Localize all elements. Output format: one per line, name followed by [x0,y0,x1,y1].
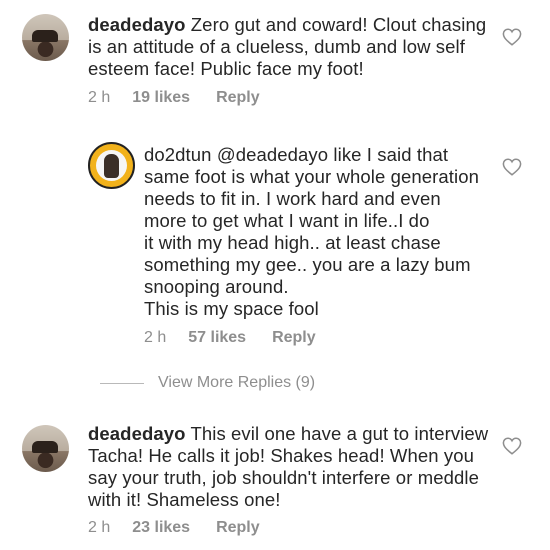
comment-line: with it! Shameless one! [88,489,281,510]
username[interactable]: deadedayo [88,423,186,444]
comment-text: deadedayo Zero gut and coward! Clout cha… [88,14,486,80]
comment-line: more to get what I want in life..I do [144,210,430,231]
comment-line: say your truth, job shouldn't interfere … [88,467,479,488]
divider [100,382,144,384]
username[interactable]: deadedayo [88,14,186,35]
comment-meta: 2 h 19 likes Reply [88,89,260,107]
comment-line: something my gee.. you are a lazy bum [144,254,471,275]
avatar[interactable] [22,425,69,472]
likes-count[interactable]: 57 likes [188,329,246,347]
comment-meta: 2 h 57 likes Reply [144,329,316,347]
comment-line: This is my space fool [144,298,319,319]
comment-line: same foot is what your whole generation [144,166,480,187]
heart-icon[interactable] [502,28,522,46]
reply-button[interactable]: Reply [216,519,260,537]
comment-line: Tacha! He calls it job! Shakes head! Whe… [88,445,475,466]
heart-icon[interactable] [502,158,522,176]
comment-meta: 2 h 23 likes Reply [88,519,260,537]
username[interactable]: do2dtun [144,144,212,165]
likes-count[interactable]: 23 likes [132,519,190,537]
view-more-replies-button[interactable]: View More Replies (9) [100,374,315,392]
likes-count[interactable]: 19 likes [132,89,190,107]
comment-line: needs to fit in. I work hard and even [144,188,441,209]
comment-item: deadedayo This evil one have a gut to in… [0,415,550,550]
comment-line: @deadedayo like I said that [211,144,449,165]
timestamp: 2 h [144,329,167,346]
reply-comment-item: do2dtun @deadedayo like I said that same… [0,130,550,355]
comment-item: deadedayo Zero gut and coward! Clout cha… [0,0,550,115]
avatar[interactable] [22,14,69,61]
comment-line: Zero gut and coward! Clout chasing [185,14,487,35]
reply-button[interactable]: Reply [272,329,316,347]
comment-text: deadedayo This evil one have a gut to in… [88,423,488,511]
comment-line: esteem face! Public face my foot! [88,58,364,79]
comment-line: is an attitude of a clueless, dumb and l… [88,36,465,57]
comment-line: This evil one have a gut to interview [185,423,489,444]
view-more-replies-label[interactable]: View More Replies (9) [158,374,315,392]
comment-text: do2dtun @deadedayo like I said that same… [144,144,479,320]
comment-line: snooping around. [144,276,289,297]
heart-icon[interactable] [502,437,522,455]
avatar[interactable] [88,142,135,189]
timestamp: 2 h [88,89,111,106]
reply-button[interactable]: Reply [216,89,260,107]
comment-line: it with my head high.. at least chase [144,232,441,253]
timestamp: 2 h [88,519,111,536]
